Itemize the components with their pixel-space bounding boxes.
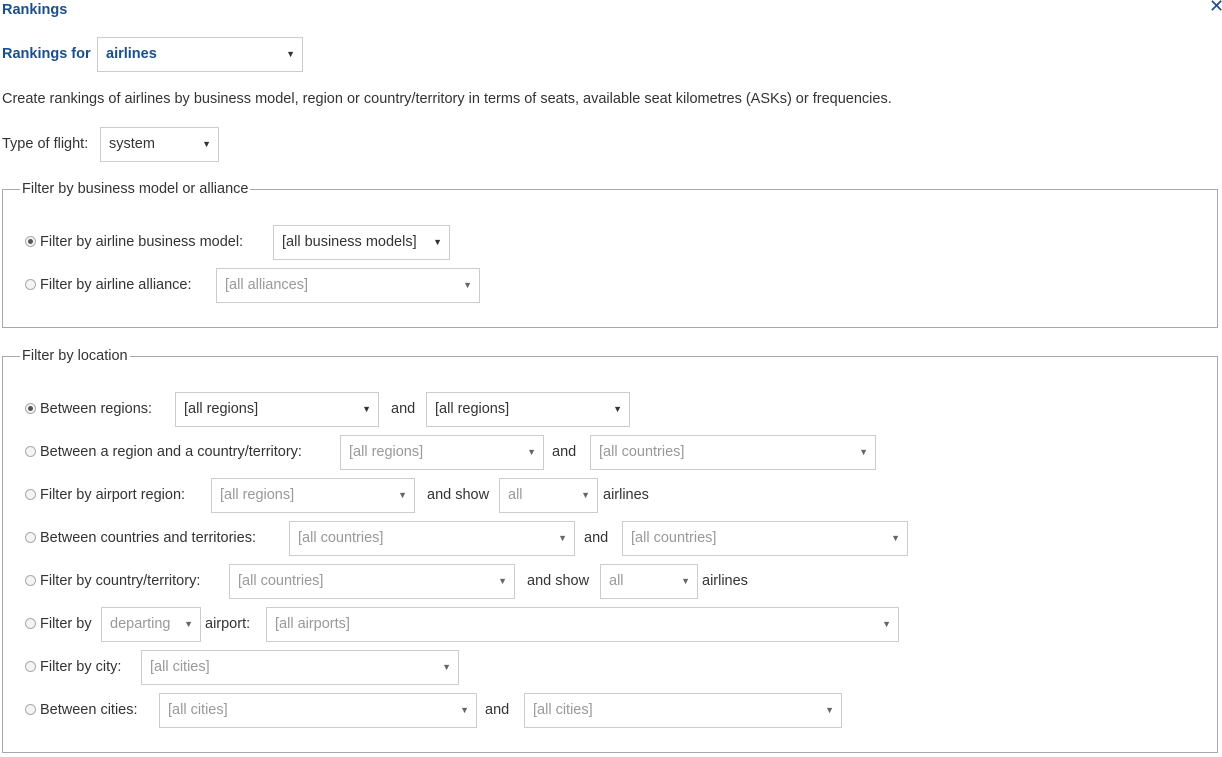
between-regions-label: Between regions: <box>40 401 153 417</box>
dialog-title: Rankings <box>2 2 68 18</box>
city-label: Filter by city: <box>40 659 122 675</box>
country-and-show: and show <box>527 573 590 589</box>
country-suffix: airlines <box>702 573 748 589</box>
between-cities-label: Between cities: <box>40 702 138 718</box>
between-regions-select-1[interactable]: [all regions] ▼ <box>175 392 379 427</box>
between-regions-select-2[interactable]: [all regions] ▼ <box>426 392 630 427</box>
alliance-label: Filter by airline alliance: <box>40 277 192 293</box>
between-cities-radio[interactable] <box>25 704 36 715</box>
between-countries-radio[interactable] <box>25 532 36 543</box>
chevron-down-icon: ▼ <box>613 404 622 414</box>
business-model-select[interactable]: [all business models] ▼ <box>273 225 450 260</box>
airport-region-label: Filter by airport region: <box>40 487 186 503</box>
rankings-for-value: airlines <box>106 46 157 62</box>
business-model-radio[interactable] <box>25 236 36 247</box>
region-country-select-2[interactable]: [all countries] ▼ <box>590 435 876 470</box>
chevron-down-icon: ▼ <box>463 280 472 290</box>
chevron-down-icon: ▼ <box>433 237 442 247</box>
between-regions-value-1: [all regions] <box>184 401 259 417</box>
chevron-down-icon: ▼ <box>825 705 834 715</box>
chevron-down-icon: ▼ <box>460 705 469 715</box>
airport-region-show-select[interactable]: all ▼ <box>499 478 598 513</box>
between-regions-radio[interactable] <box>25 403 36 414</box>
airport-direction-value: departing <box>110 616 171 632</box>
chevron-down-icon: ▼ <box>184 619 193 629</box>
chevron-down-icon: ▼ <box>859 447 868 457</box>
business-model-label: Filter by airline business model: <box>40 234 244 250</box>
region-country-value-2: [all countries] <box>599 444 685 460</box>
between-regions-value-2: [all regions] <box>435 401 510 417</box>
flight-type-select[interactable]: system ▼ <box>100 127 219 162</box>
chevron-down-icon: ▼ <box>882 619 891 629</box>
between-cities-value-1: [all cities] <box>168 702 228 718</box>
country-label: Filter by country/territory: <box>40 573 201 589</box>
chevron-down-icon: ▼ <box>362 404 371 414</box>
chevron-down-icon: ▼ <box>558 533 567 543</box>
city-value: [all cities] <box>150 659 210 675</box>
flight-type-label: Type of flight: <box>2 136 89 152</box>
chevron-down-icon: ▼ <box>581 490 590 500</box>
region-country-radio[interactable] <box>25 446 36 457</box>
between-cities-select-2[interactable]: [all cities] ▼ <box>524 693 842 728</box>
chevron-down-icon: ▼ <box>202 139 211 149</box>
city-select[interactable]: [all cities] ▼ <box>141 650 459 685</box>
business-model-value: [all business models] <box>282 234 417 250</box>
location-filter-legend: Filter by location <box>20 348 130 364</box>
between-countries-select-1[interactable]: [all countries] ▼ <box>289 521 575 556</box>
airport-value: [all airports] <box>275 616 350 632</box>
flight-type-value: system <box>109 136 155 152</box>
between-countries-value-1: [all countries] <box>298 530 384 546</box>
between-cities-select-1[interactable]: [all cities] ▼ <box>159 693 477 728</box>
chevron-down-icon: ▼ <box>681 576 690 586</box>
between-countries-select-2[interactable]: [all countries] ▼ <box>622 521 908 556</box>
chevron-down-icon: ▼ <box>891 533 900 543</box>
airport-radio[interactable] <box>25 618 36 629</box>
chevron-down-icon: ▼ <box>442 662 451 672</box>
airport-direction-select[interactable]: departing ▼ <box>101 607 201 642</box>
airport-region-suffix: airlines <box>603 487 649 503</box>
description-text: Create rankings of airlines by business … <box>2 91 892 107</box>
between-cities-value-2: [all cities] <box>533 702 593 718</box>
between-countries-label: Between countries and territories: <box>40 530 256 546</box>
chevron-down-icon: ▼ <box>398 490 407 500</box>
region-country-select-1[interactable]: [all regions] ▼ <box>340 435 544 470</box>
region-country-and: and <box>552 444 577 460</box>
between-cities-and: and <box>485 702 510 718</box>
alliance-radio[interactable] <box>25 279 36 290</box>
country-show-select[interactable]: all ▼ <box>600 564 698 599</box>
chevron-down-icon: ▼ <box>527 447 536 457</box>
close-icon[interactable]: ✕ <box>1209 0 1222 17</box>
business-filter-legend: Filter by business model or alliance <box>20 181 251 197</box>
airport-label: airport: <box>205 616 251 632</box>
between-regions-and: and <box>391 401 416 417</box>
alliance-select[interactable]: [all alliances] ▼ <box>216 268 480 303</box>
airport-region-select[interactable]: [all regions] ▼ <box>211 478 415 513</box>
airport-region-and-show: and show <box>427 487 490 503</box>
between-countries-and: and <box>584 530 609 546</box>
country-show-value: all <box>609 573 624 589</box>
airport-region-show-value: all <box>508 487 523 503</box>
chevron-down-icon: ▼ <box>498 576 507 586</box>
alliance-value: [all alliances] <box>225 277 309 293</box>
airport-select[interactable]: [all airports] ▼ <box>266 607 899 642</box>
airport-filter-label: Filter by <box>40 616 92 632</box>
airport-region-value: [all regions] <box>220 487 295 503</box>
rankings-for-select[interactable]: airlines ▼ <box>97 37 303 72</box>
airport-region-radio[interactable] <box>25 489 36 500</box>
between-countries-value-2: [all countries] <box>631 530 717 546</box>
city-radio[interactable] <box>25 661 36 672</box>
region-country-value-1: [all regions] <box>349 444 424 460</box>
country-radio[interactable] <box>25 575 36 586</box>
chevron-down-icon: ▼ <box>286 49 295 59</box>
country-select[interactable]: [all countries] ▼ <box>229 564 515 599</box>
region-country-label: Between a region and a country/territory… <box>40 444 302 460</box>
rankings-for-label: Rankings for <box>2 46 91 62</box>
business-filter-fieldset <box>2 189 1218 328</box>
country-value: [all countries] <box>238 573 324 589</box>
